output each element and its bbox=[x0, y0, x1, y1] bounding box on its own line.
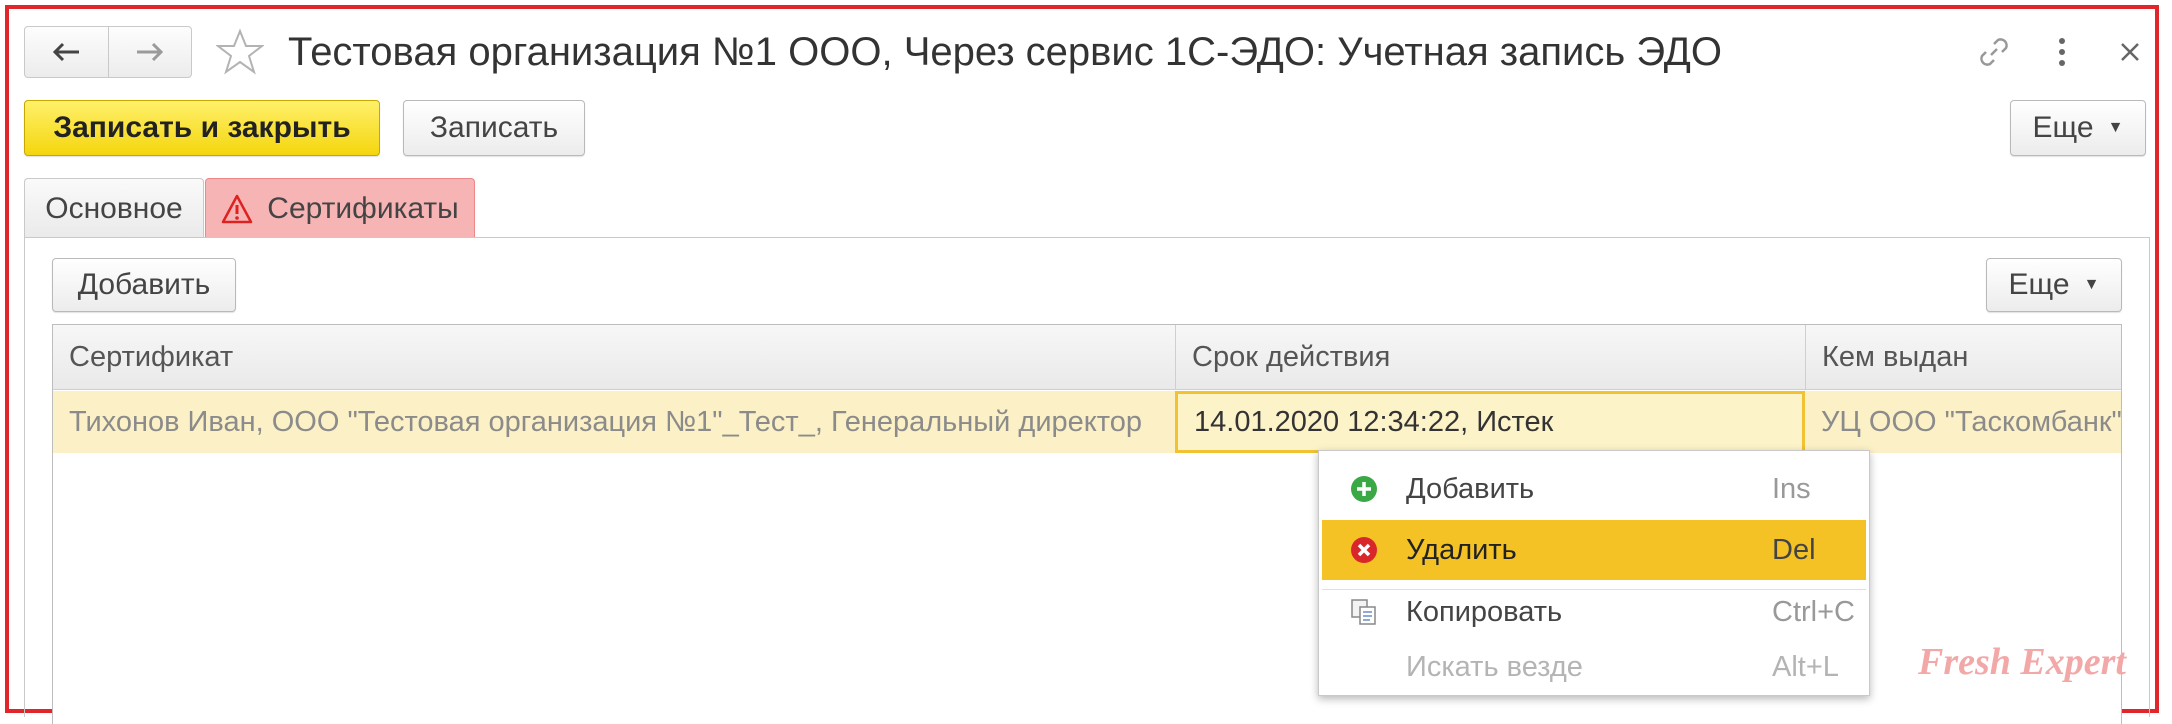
warning-icon bbox=[222, 194, 253, 223]
more-button-top-label: Еще bbox=[2032, 111, 2094, 144]
add-certificate-button[interactable]: Добавить bbox=[52, 258, 236, 312]
menu-item-add[interactable]: Добавить Ins bbox=[1322, 459, 1866, 519]
link-icon bbox=[1980, 38, 2008, 66]
table-header: Сертификат Срок действия Кем выдан bbox=[53, 325, 2121, 390]
delete-circle-icon bbox=[1351, 537, 1377, 563]
menu-item-delete[interactable]: Удалить Del bbox=[1322, 520, 1866, 580]
add-circle-icon bbox=[1351, 476, 1377, 502]
close-icon bbox=[2121, 43, 2139, 61]
caret-down-icon: ▼ bbox=[2107, 119, 2124, 136]
more-button-top[interactable]: Еще ▼ bbox=[2010, 100, 2146, 156]
more-button-table-label: Еще bbox=[2008, 268, 2070, 301]
arrow-right-icon bbox=[136, 42, 163, 62]
vertical-dots-icon bbox=[2059, 38, 2065, 66]
menu-item-delete-shortcut: Del bbox=[1772, 533, 1816, 566]
save-button[interactable]: Записать bbox=[403, 100, 585, 156]
column-header-certificate[interactable]: Сертификат bbox=[53, 325, 1175, 389]
cell-validity[interactable]: 14.01.2020 12:34:22, Истек bbox=[1175, 391, 1805, 453]
arrow-left-icon bbox=[53, 42, 80, 62]
column-header-validity[interactable]: Срок действия bbox=[1175, 325, 1805, 389]
forward-button[interactable] bbox=[107, 27, 192, 77]
menu-item-delete-label: Удалить bbox=[1406, 533, 1517, 566]
window-title: Тестовая организация №1 ООО, Через серви… bbox=[288, 30, 1722, 74]
link-button[interactable] bbox=[1968, 26, 2020, 78]
favorite-star-button[interactable] bbox=[212, 24, 268, 80]
more-menu-button[interactable] bbox=[2036, 26, 2088, 78]
close-button[interactable] bbox=[2104, 26, 2156, 78]
back-button[interactable] bbox=[25, 27, 108, 77]
nav-buttons bbox=[24, 26, 192, 78]
context-menu: Добавить Ins Удалить Del Копировать Ctrl… bbox=[1318, 450, 1870, 696]
column-header-issuer[interactable]: Кем выдан bbox=[1805, 325, 2123, 389]
more-button-table[interactable]: Еще ▼ bbox=[1986, 258, 2122, 312]
table-row[interactable]: Тихонов Иван, ООО "Тестовая организация … bbox=[53, 391, 2123, 453]
star-icon bbox=[216, 29, 264, 75]
tab-certificates-label: Сертификаты bbox=[267, 191, 459, 225]
watermark: Fresh Expert bbox=[1918, 641, 2126, 683]
save-and-close-button[interactable]: Записать и закрыть bbox=[24, 100, 380, 156]
menu-item-search-everywhere-shortcut: Alt+L bbox=[1772, 650, 1839, 683]
menu-item-copy-shortcut: Ctrl+C bbox=[1772, 595, 1855, 628]
menu-item-copy[interactable]: Копировать Ctrl+C bbox=[1322, 582, 1866, 642]
menu-item-copy-label: Копировать bbox=[1406, 595, 1563, 628]
cell-certificate[interactable]: Тихонов Иван, ООО "Тестовая организация … bbox=[53, 391, 1175, 453]
tab-main-label: Основное bbox=[45, 191, 183, 225]
menu-item-search-everywhere-label: Искать везде bbox=[1406, 650, 1583, 683]
caret-down-icon: ▼ bbox=[2083, 276, 2100, 293]
copy-icon bbox=[1351, 599, 1376, 625]
tab-main[interactable]: Основное bbox=[24, 178, 204, 238]
menu-item-add-label: Добавить bbox=[1406, 472, 1535, 505]
menu-item-search-everywhere[interactable]: Искать везде Alt+L bbox=[1322, 637, 1866, 697]
tab-certificates[interactable]: Сертификаты bbox=[205, 178, 475, 238]
cell-issuer[interactable]: УЦ ООО "Таскомбанк" bbox=[1805, 391, 2123, 453]
menu-item-add-shortcut: Ins bbox=[1772, 472, 1811, 505]
